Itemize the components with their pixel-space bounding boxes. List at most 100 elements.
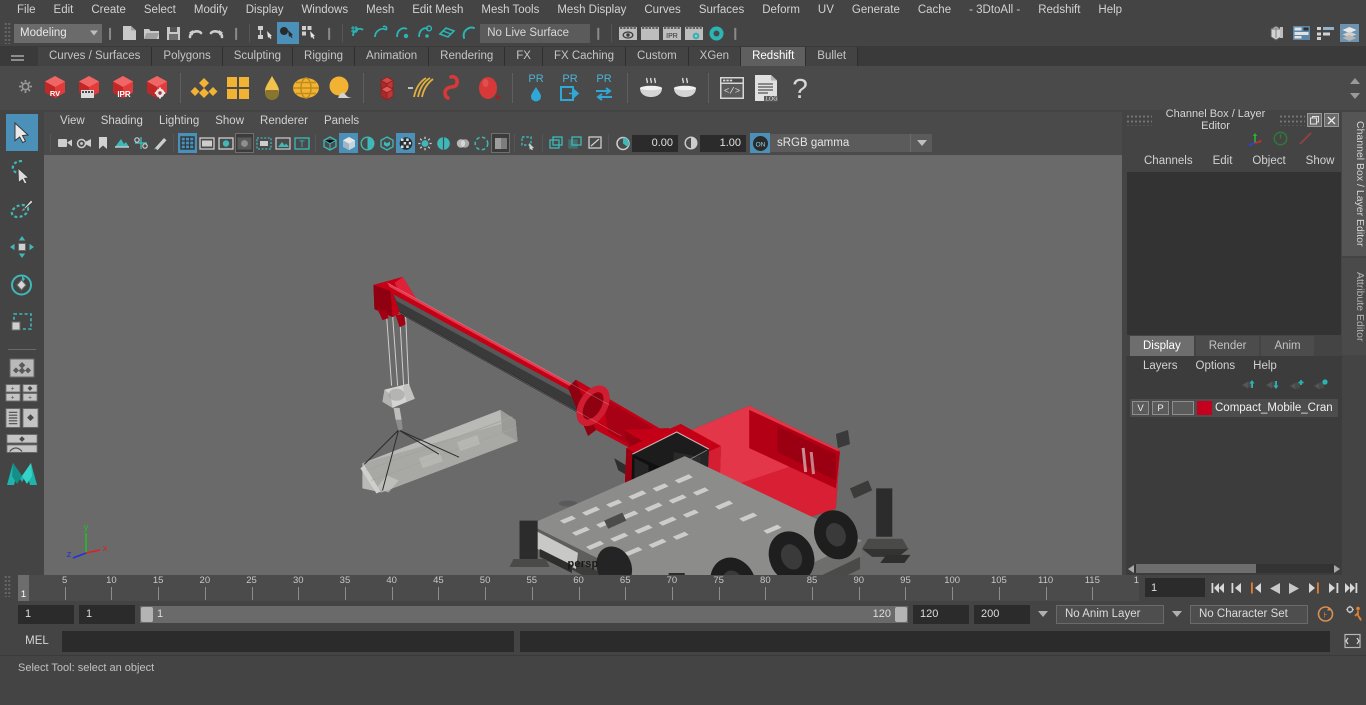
command-language-label[interactable]: MEL — [18, 635, 56, 647]
play-forwards-icon[interactable] — [1285, 577, 1303, 599]
menu-modify[interactable]: Modify — [185, 0, 237, 20]
live-surface-field[interactable]: No Live Surface — [480, 23, 591, 43]
menu-mesh-display[interactable]: Mesh Display — [548, 0, 635, 20]
menu-windows[interactable]: Windows — [292, 0, 357, 20]
grease-pencil-icon[interactable] — [150, 133, 169, 153]
render-view-icon[interactable] — [617, 22, 639, 44]
create-layer-from-selected-icon[interactable] — [1313, 378, 1328, 394]
select-camera-icon[interactable] — [55, 133, 74, 153]
go-to-end-icon[interactable] — [1342, 577, 1360, 599]
vertical-tab-channel-box[interactable]: Channel Box / Layer Editor — [1342, 112, 1366, 256]
menu-generate[interactable]: Generate — [843, 0, 909, 20]
close-window-icon[interactable] — [1324, 113, 1339, 127]
redshift-render-view-icon[interactable]: RV — [38, 70, 72, 106]
color-space-selector[interactable]: sRGB gamma — [770, 134, 910, 152]
time-slider-gripper[interactable] — [4, 575, 11, 597]
shelf-tab-custom[interactable]: Custom — [626, 47, 689, 66]
scroll-right-icon[interactable] — [1334, 564, 1340, 573]
menu-set-selector[interactable]: Modeling — [14, 23, 102, 43]
shelf-tab-sculpting[interactable]: Sculpting — [222, 47, 294, 66]
auto-keyframe-icon[interactable]: ⊦ — [1313, 605, 1337, 623]
shelf-gripper[interactable] — [8, 46, 26, 66]
menu-cache[interactable]: Cache — [909, 0, 960, 20]
color-space-dropdown-arrow[interactable] — [910, 134, 932, 152]
redo-icon[interactable] — [206, 22, 228, 44]
animation-start-field[interactable]: 1 — [18, 604, 74, 624]
gate-mask-icon[interactable] — [235, 133, 254, 153]
layer-menu-layers[interactable]: Layers — [1134, 360, 1187, 372]
channel-box-menu-show[interactable]: Show — [1296, 155, 1345, 167]
shelf-tab-bullet[interactable]: Bullet — [806, 47, 859, 66]
persp-outliner-layout-icon[interactable] — [5, 406, 39, 429]
layer-shading-toggle[interactable] — [1172, 401, 1194, 415]
snap-to-projected-center-icon[interactable] — [414, 22, 436, 44]
multisample-icon[interactable] — [472, 133, 491, 153]
show-hide-channel-box-icon[interactable] — [1338, 22, 1360, 44]
menu-edit-mesh[interactable]: Edit Mesh — [403, 0, 472, 20]
redshift-bake-icon[interactable] — [634, 70, 668, 106]
xray-active-icon[interactable] — [566, 133, 585, 153]
shadows-icon[interactable] — [415, 133, 434, 153]
animation-preferences-icon[interactable] — [1342, 605, 1366, 623]
rotate-tool-button[interactable] — [6, 266, 38, 303]
make-live-icon[interactable] — [458, 22, 480, 44]
layer-row[interactable]: V P Compact_Mobile_Cran — [1130, 399, 1338, 417]
scroll-thumb[interactable] — [1136, 564, 1256, 573]
smooth-shade-icon[interactable] — [339, 133, 358, 153]
snap-to-grid-icon[interactable] — [348, 22, 370, 44]
xray-joints-icon[interactable] — [547, 133, 566, 153]
ipr-render-icon[interactable]: IPR — [661, 22, 683, 44]
wireframe-icon[interactable] — [320, 133, 339, 153]
render-settings-icon[interactable] — [683, 22, 705, 44]
layer-menu-options[interactable]: Options — [1187, 360, 1245, 372]
step-back-frame-icon[interactable] — [1247, 577, 1265, 599]
redshift-render-settings-icon[interactable] — [140, 70, 174, 106]
redshift-environment-icon[interactable] — [289, 70, 323, 106]
shelf-scroll-up-icon[interactable] — [1350, 77, 1360, 84]
chevron-down-icon-character-set[interactable] — [1172, 611, 1182, 617]
perspective-viewport[interactable]: persp y x z — [44, 155, 1122, 575]
save-scene-icon[interactable] — [162, 22, 184, 44]
text-overlay-icon[interactable]: T — [292, 133, 311, 153]
select-by-object-icon[interactable] — [277, 22, 300, 44]
gamma-icon[interactable] — [681, 133, 700, 153]
open-scene-icon[interactable] — [140, 22, 162, 44]
exposure-icon[interactable] — [613, 133, 632, 153]
snap-to-curve-icon[interactable] — [370, 22, 392, 44]
menu-create[interactable]: Create — [82, 0, 135, 20]
range-end-field[interactable]: 120 — [913, 604, 969, 624]
command-output-field[interactable] — [520, 630, 1330, 652]
section-collapse-arrow-5[interactable]: ❙ — [727, 26, 743, 40]
redshift-pr-light-icon[interactable]: PR — [519, 70, 553, 106]
chevron-down-icon-anim-layer[interactable] — [1038, 611, 1048, 617]
menu-mesh[interactable]: Mesh — [357, 0, 403, 20]
step-forward-frame-icon[interactable] — [1304, 577, 1322, 599]
textured-icon[interactable] — [377, 133, 396, 153]
snap-to-view-plane-icon[interactable] — [436, 22, 458, 44]
menu-redshift[interactable]: Redshift — [1029, 0, 1089, 20]
redshift-matte-icon[interactable] — [221, 70, 255, 106]
menu-file[interactable]: File — [8, 0, 45, 20]
redshift-log-icon[interactable]: .LOG — [749, 70, 783, 106]
play-backwards-icon[interactable] — [1266, 577, 1284, 599]
range-handle-left[interactable] — [141, 606, 153, 622]
layer-tab-display[interactable]: Display — [1130, 336, 1194, 356]
range-slider-bar[interactable]: 1 120 — [140, 605, 908, 623]
menu-surfaces[interactable]: Surfaces — [690, 0, 753, 20]
menu-uv[interactable]: UV — [809, 0, 843, 20]
layer-tab-render[interactable]: Render — [1195, 336, 1260, 356]
two-d-pan-zoom-icon[interactable] — [131, 133, 150, 153]
exposure-value[interactable]: 0.00 — [632, 134, 678, 152]
menu-deform[interactable]: Deform — [753, 0, 809, 20]
shelf-tab-rendering[interactable]: Rendering — [429, 47, 506, 66]
current-frame-marker[interactable]: 1 — [18, 575, 29, 601]
camera-attributes-icon[interactable] — [74, 133, 93, 153]
viewport-menu-lighting[interactable]: Lighting — [151, 112, 207, 131]
menu-curves[interactable]: Curves — [635, 0, 689, 20]
shelf-tab-polygons[interactable]: Polygons — [152, 47, 223, 66]
layer-list[interactable]: V P Compact_Mobile_Cran — [1126, 396, 1342, 562]
show-hide-modeling-toolkit-icon[interactable] — [1266, 22, 1288, 44]
use-all-lights-icon[interactable] — [396, 133, 415, 153]
channel-box-menu-channels[interactable]: Channels — [1134, 155, 1203, 167]
redshift-proxy-icon[interactable] — [370, 70, 404, 106]
